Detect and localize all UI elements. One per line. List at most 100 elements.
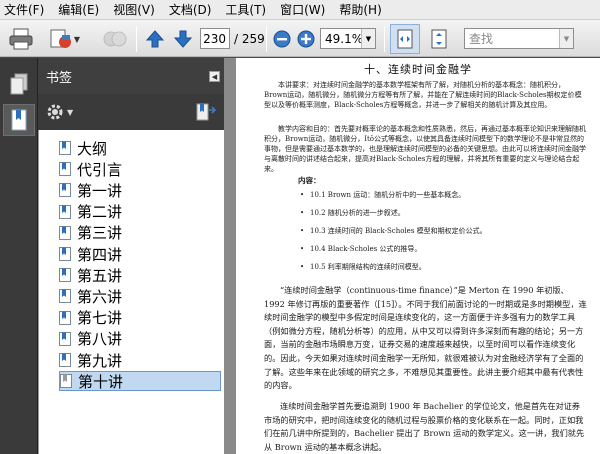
contents-item: 10.5 利率期限结构的连续时间模型。: [300, 262, 426, 272]
bookmark-label: 第九讲: [77, 351, 123, 370]
bookmark-item[interactable]: 第五讲: [59, 265, 221, 285]
fit-page-button[interactable]: [424, 24, 454, 54]
document-paragraph: 连续时间金融学首先要追溯到 1900 年 Bachelier 的学位论文，他是首…: [264, 401, 585, 452]
bookmark-icon: [59, 289, 71, 304]
bookmark-icon: [59, 204, 71, 219]
bookmark-item[interactable]: 第四讲: [59, 244, 221, 264]
toolbar-divider: [384, 26, 385, 52]
bookmark-item[interactable]: 第七讲: [59, 308, 221, 328]
page-number-input[interactable]: 230: [200, 28, 230, 49]
pages-icon: [10, 73, 28, 95]
bookmark-icon: [59, 310, 71, 325]
printer-icon: [9, 28, 33, 50]
contents-item: 10.1 Brown 运动：随机分析中的一些基本概念。: [300, 190, 465, 200]
toolbar-divider: [266, 26, 267, 52]
menu-window[interactable]: 窗口(W): [280, 1, 325, 18]
zoom-select[interactable]: 49.1% ▼: [320, 28, 376, 49]
bookmark-item[interactable]: 第六讲: [59, 286, 221, 306]
create-pdf-icon: [50, 29, 71, 48]
document-page: 十、连续时间金融学 本讲要求：对连续时间金融学的基本数学框架有所了解，对随机分析…: [236, 58, 600, 454]
bookmark-icon: [59, 353, 71, 367]
contents-item: 10.2 随机分析的进一步叙述。: [300, 208, 405, 218]
create-pdf-button[interactable]: ▼: [44, 25, 84, 53]
collaborate-icon: [103, 31, 127, 47]
bookmarks-panel-button[interactable]: [3, 104, 35, 136]
bookmark-item[interactable]: 第九讲: [59, 350, 221, 370]
bookmark-icon: [59, 331, 71, 346]
arrow-up-icon: [145, 30, 165, 48]
contents-label: 内容：: [298, 176, 321, 185]
bookmark-label: 第四讲: [77, 245, 123, 264]
document-viewport[interactable]: 十、连续时间金融学 本讲要求：对连续时间金融学的基本数学框架有所了解，对随机分析…: [224, 58, 600, 454]
bookmark-label: 大纲: [77, 139, 108, 158]
document-paragraph: “连续时间金融学（continuous-time finance）”是 Mert…: [264, 285, 587, 391]
search-placeholder: 查找: [469, 32, 494, 46]
bookmarks-icon: [11, 109, 27, 131]
menu-help[interactable]: 帮助(H): [339, 1, 381, 18]
panel-header: 书签 ◀: [38, 58, 224, 94]
bookmark-gray-icon: [60, 374, 72, 389]
chevron-down-icon[interactable]: ▼: [361, 29, 375, 48]
bookmark-label: 第三讲: [77, 224, 123, 243]
next-page-button[interactable]: [172, 27, 194, 51]
bookmark-label: 代引言: [77, 160, 123, 179]
bookmark-item[interactable]: 大纲: [59, 138, 221, 158]
bookmark-item[interactable]: 第一讲: [59, 180, 221, 200]
bookmark-panel: 书签 ◀ ▼ 大纲代引言第一讲第二讲第三讲第四讲第五讲第六讲第七讲第八讲第九讲第…: [38, 58, 224, 454]
bookmark-icon: [59, 225, 71, 240]
zoom-out-button[interactable]: [272, 29, 292, 49]
zoom-value: 49.1%: [325, 31, 364, 46]
bookmark-item[interactable]: 第二讲: [59, 202, 221, 222]
bookmark-item[interactable]: 第三讲: [59, 223, 221, 243]
bookmark-tree: 大纲代引言第一讲第二讲第三讲第四讲第五讲第六讲第七讲第八讲第九讲第十讲: [38, 130, 224, 454]
bookmark-expand-icon: [196, 103, 217, 121]
zoom-in-button[interactable]: [296, 29, 316, 49]
bookmark-item[interactable]: 第八讲: [59, 329, 221, 349]
gear-icon: [47, 104, 63, 120]
expand-bookmark-button[interactable]: [196, 103, 217, 124]
print-button[interactable]: [6, 25, 36, 53]
menu-tools[interactable]: 工具(T): [225, 1, 266, 18]
zoom-in-icon: [297, 30, 315, 48]
chevron-down-icon[interactable]: ▼: [559, 29, 573, 48]
chevron-down-icon: ▼: [73, 34, 81, 44]
panel-title: 书签: [46, 70, 73, 86]
fit-page-icon: [431, 29, 447, 49]
bookmark-label: 第五讲: [77, 266, 123, 285]
bookmark-icon: [59, 247, 71, 261]
menu-file[interactable]: 文件(F): [4, 1, 44, 18]
document-paragraph: 教学内容和目的：首先要对概率论的基本概念和性质熟悉，然后，再通过基本概率论知识来…: [264, 125, 586, 173]
zoom-out-icon: [273, 30, 291, 48]
fit-width-icon: [397, 29, 413, 49]
collaborate-button[interactable]: [98, 25, 132, 53]
panel-toolbar: ▼: [38, 94, 224, 130]
bookmark-icon: [59, 141, 71, 155]
menu-edit[interactable]: 编辑(E): [58, 1, 99, 18]
bookmark-item[interactable]: 第十讲: [59, 371, 221, 392]
page-count: / 259: [234, 32, 265, 46]
bookmark-icon: [59, 183, 71, 198]
bookmark-item[interactable]: 代引言: [59, 159, 221, 179]
arrow-down-icon: [173, 30, 193, 48]
chevron-down-icon: ▼: [67, 107, 74, 117]
document-title: 十、连续时间金融学: [364, 63, 472, 76]
previous-page-button[interactable]: [144, 27, 166, 51]
contents-item: 10.4 Black-Scholes 公式的推导。: [300, 244, 421, 254]
fit-width-button[interactable]: [390, 24, 420, 54]
menu-bar: 文件(F) 编辑(E) 视图(V) 文档(D) 工具(T) 窗口(W) 帮助(H…: [0, 0, 600, 20]
bookmark-label: 第六讲: [77, 287, 123, 306]
bookmark-label: 第一讲: [77, 181, 123, 200]
bookmark-label: 第十讲: [78, 372, 124, 391]
collapse-panel-icon[interactable]: ◀: [209, 71, 220, 82]
bookmark-label: 第八讲: [77, 330, 123, 349]
bookmark-icon: [59, 268, 71, 283]
pages-panel-button[interactable]: [3, 68, 35, 100]
options-button[interactable]: ▼: [46, 103, 73, 121]
menu-view[interactable]: 视图(V): [113, 1, 155, 18]
toolbar: ▼ 230 / 259 49.1% ▼ 查找 ▼: [0, 20, 600, 57]
menu-document[interactable]: 文档(D): [169, 1, 212, 18]
document-paragraph: 本讲要求：对连续时间金融学的基本数学框架有所了解，对随机分析的基本概念：随机积分…: [264, 81, 582, 109]
bookmark-label: 第二讲: [77, 203, 123, 222]
search-input[interactable]: 查找 ▼: [464, 28, 574, 49]
contents-item: 10.3 连续时间的 Black-Scholes 模型和期权定价公式。: [300, 226, 487, 236]
